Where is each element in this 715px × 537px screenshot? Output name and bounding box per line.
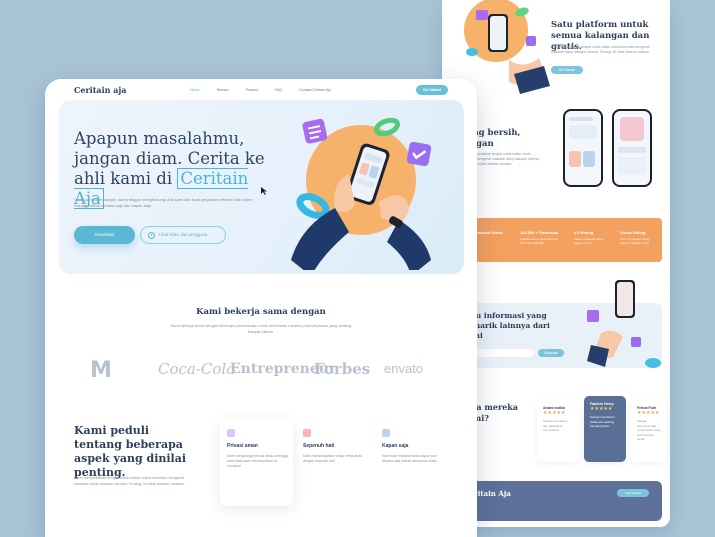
info-illustration (587, 280, 661, 368)
back-hero-description: Kami menyediakan tempat untuk kalian unt… (551, 45, 650, 54)
stat-item: Social Rating Kami mendapat rating bagus … (620, 230, 650, 245)
testimonial-card: Amani malika ★★★★★ Sangat membantu dan p… (537, 400, 579, 462)
nav-product[interactable]: Product (246, 88, 258, 92)
stat-item: 100,000 + Download Aplikasi kami sudah di… (520, 230, 559, 245)
testimonial-card-highlight: Fabricio Henry ★★★★★ Sangat membantu ket… (584, 396, 626, 462)
phone-mockup-2 (612, 109, 652, 187)
hero-description: Curanya mudah banget, kamu tinggal mengh… (74, 197, 253, 208)
forbes-logo: Forbes (314, 360, 371, 378)
feature-item: Privasi aman Kami menghargai privasi and… (227, 429, 291, 469)
subscribe-button[interactable]: Subscribe (538, 349, 564, 357)
hero-section: Apapun masalahmu, jangan diam. Cerita ke… (59, 100, 464, 274)
get-started-button[interactable]: Get Started (416, 85, 448, 95)
play-icon (148, 232, 155, 239)
partners-description: Kami bekerja sama dengan beberapa perusa… (170, 323, 352, 334)
envato-logo: envato (384, 361, 424, 376)
coca-cola-logo: Coca-Cola (158, 360, 236, 378)
cursor-icon (261, 187, 267, 195)
back-hero-button[interactable]: Get Started (551, 66, 583, 74)
feature-item: Sepenuh hati Kami mendengarkan setiap ce… (303, 429, 367, 464)
calendar-icon (382, 429, 390, 437)
brand-logo[interactable]: Ceritain aja (74, 85, 127, 95)
care-description: Kami menyediakan tempat untuk kalian unt… (74, 476, 185, 486)
partner-logos: M Coca-Cola Entrepreneur Forbes envato (90, 358, 445, 383)
nav-contact[interactable]: Contact Ceritain Aja (299, 88, 331, 92)
front-page: Ceritain aja Home Service Product FAQ Co… (45, 79, 477, 537)
partners-title: Kami bekerja sama dengan (196, 307, 326, 317)
heart-icon (303, 429, 311, 437)
testimonial-card: Felicia Putri ★★★★★ Sangat recommended u… (631, 400, 667, 462)
feature-item: Kapan saja Kami siap melayani anda kapan… (382, 429, 446, 464)
stat-item: 4.9 Rating Kami mendapat rating bagus di … (574, 230, 604, 245)
nav-faq[interactable]: FAQ (275, 88, 282, 92)
info-title: tahu informasi yang menarik lainnya dari… (462, 311, 550, 340)
hero-illustration (291, 117, 432, 270)
nav-links: Home Service Product FAQ Contact Ceritai… (190, 88, 348, 92)
top-navbar: Ceritain aja Home Service Product FAQ Co… (45, 79, 477, 99)
watch-video-button[interactable]: Lihat video dari pengguna (140, 226, 226, 244)
care-title: Kami peduli tentang beberapa aspek yang … (74, 424, 187, 479)
nav-service[interactable]: Service (217, 88, 229, 92)
phone-mockup-1 (563, 109, 603, 187)
lock-icon (227, 429, 235, 437)
mcdonalds-logo: M (90, 358, 112, 383)
download-button[interactable]: Download (74, 226, 135, 244)
nav-home[interactable]: Home (190, 88, 200, 92)
footer-button[interactable]: Get Started (617, 489, 649, 497)
